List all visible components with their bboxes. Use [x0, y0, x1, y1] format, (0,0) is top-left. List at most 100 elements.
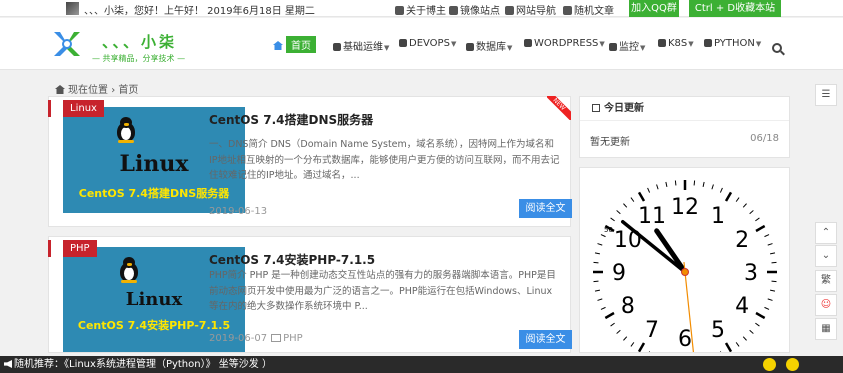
logo-icon[interactable] — [52, 30, 82, 58]
nav-ops[interactable]: 基础运维▼ — [333, 38, 389, 53]
clock-tick — [742, 336, 747, 341]
chevron-down-icon: ▼ — [640, 44, 646, 52]
gears-icon — [333, 43, 341, 51]
clock-numeral: 1 — [711, 204, 725, 229]
clock-tick — [749, 210, 754, 215]
post-excerpt: PHP简介 PHP 是一种创建动态交互性站点的强有力的服务器端脚本语言。PHP是… — [209, 270, 556, 312]
user-icon — [395, 6, 404, 15]
chevron-down-icon: ▼ — [384, 44, 390, 52]
python-icon — [704, 39, 712, 47]
clock-tick — [674, 180, 677, 186]
cube-icon — [658, 39, 666, 47]
traditional-chinese-icon: 繁 — [821, 275, 831, 286]
scroll-top-button[interactable]: ⌃ — [815, 222, 837, 244]
avatar[interactable] — [66, 2, 79, 15]
bookmark-button[interactable]: Ctrl + D收藏本站 — [689, 0, 781, 17]
post-date: 2019-06-07 — [209, 333, 268, 344]
chevron-down-icon: ▼ — [450, 40, 457, 48]
sitemap-link[interactable]: 网站导航 — [505, 2, 556, 17]
clock-numeral: 6 — [678, 327, 692, 352]
read-more-button[interactable]: 阅读全文 — [519, 330, 572, 349]
clock-minute-label: 50 — [604, 226, 613, 234]
post-excerpt: 一、DNS简介 DNS（Domain Name System，域名系统），因特网… — [209, 139, 560, 181]
chevron-up-icon: ⌃ — [821, 227, 831, 238]
join-qq-button[interactable]: 加入QQ群 — [629, 0, 679, 17]
menu-button[interactable]: ☰ — [815, 84, 837, 106]
site-header: 、、、小柒 — 共享精品，分享技术 — 首页 基础运维▼ DEVOPS▼ 数据库… — [0, 18, 843, 70]
chevron-down-icon: ▼ — [507, 44, 513, 52]
bottom-bar: 随机推荐：《Linux系统进程管理（Python）》 坐等沙发 ） — [0, 356, 843, 373]
clock-tick — [767, 298, 773, 301]
clock-tick — [610, 322, 615, 327]
clock-tick — [771, 261, 777, 264]
mirror-link[interactable]: 镜像站点 — [449, 2, 500, 17]
category-badge[interactable]: PHP — [63, 240, 97, 257]
clock-tick — [593, 280, 599, 283]
clock-tick — [702, 181, 705, 188]
nav-python[interactable]: PYTHON▼ — [704, 38, 761, 49]
today-updates-widget: 今日更新 暂无更新 06/18 — [579, 96, 790, 158]
clock-numeral: 12 — [671, 195, 699, 220]
updates-date: 06/18 — [750, 133, 779, 144]
tux-penguin-icon — [115, 117, 137, 143]
clock-tick — [764, 306, 770, 310]
breadcrumb: 现在位置 › 首页 — [55, 81, 138, 96]
clock-tick — [764, 234, 770, 238]
category-badge[interactable]: Linux — [63, 100, 104, 117]
qrcode-icon: ▦ — [821, 323, 831, 334]
clock-tick — [771, 280, 777, 283]
qq-button[interactable]: ☺ — [815, 294, 837, 316]
clock-tick — [693, 180, 696, 186]
nav-database[interactable]: 数据库▼ — [466, 38, 512, 53]
clock-tick — [594, 252, 601, 255]
smiley-icon[interactable] — [763, 358, 776, 371]
list-icon — [592, 104, 600, 112]
clock-tick — [735, 197, 740, 202]
nav-monitor[interactable]: 监控▼ — [609, 38, 645, 53]
clock-tick — [769, 289, 776, 292]
greeting-text: 、、、小柒，您好！上午好！ 2019年6月18日 星期二 — [84, 6, 315, 17]
qrcode-button[interactable]: ▦ — [815, 318, 837, 340]
clock-numeral: 7 — [645, 318, 659, 343]
clock-numeral: 4 — [735, 294, 749, 319]
read-more-button[interactable]: 阅读全文 — [519, 199, 572, 218]
smiley-icon[interactable] — [786, 358, 799, 371]
site-name[interactable]: 、、、小柒 — [102, 31, 177, 52]
post-title[interactable]: CentOS 7.4搭建DNS服务器 — [209, 111, 373, 128]
clock-tick — [724, 342, 733, 352]
traditional-chinese-button[interactable]: 繁 — [815, 270, 837, 292]
post-category-link[interactable]: PHP — [283, 333, 303, 344]
speaker-icon — [4, 360, 12, 368]
clock-tick — [597, 243, 603, 246]
image-icon — [449, 6, 458, 15]
nav-home[interactable]: 首页 — [273, 36, 316, 53]
post-meta: 2019-06-07 PHP — [209, 333, 303, 344]
random-recommend-link[interactable]: 随机推荐：《Linux系统进程管理（Python）》 坐等沙发 ） — [14, 356, 272, 373]
clock-tick — [656, 184, 659, 190]
analog-clock: 12 123456789101150 — [593, 180, 777, 352]
about-link[interactable]: 关于博主 — [395, 2, 446, 17]
shuffle-icon — [563, 6, 572, 15]
clock-tick — [594, 289, 601, 292]
search-icon[interactable] — [772, 43, 782, 53]
post-title[interactable]: CentOS 7.4安装PHP-7.1.5 — [209, 251, 375, 268]
clock-tick — [597, 298, 603, 301]
post-card: Linux CentOS 7.4安装PHP-7.1.5 PHP CentOS 7… — [48, 236, 572, 353]
clock-tick — [719, 187, 723, 193]
sitemap-icon — [505, 6, 514, 15]
clock-tick — [724, 191, 733, 202]
clock-tick — [604, 311, 615, 320]
nav-wordpress[interactable]: WORDPRESS▼ — [524, 38, 605, 49]
site-slogan: — 共享精品，分享技术 — — [92, 54, 186, 63]
nav-devops[interactable]: DEVOPS▼ — [399, 38, 456, 49]
clock-tick — [749, 329, 754, 334]
random-post-link[interactable]: 随机文章 — [563, 2, 614, 17]
scroll-bottom-button[interactable]: ⌄ — [815, 245, 837, 267]
clock-tick — [755, 217, 760, 222]
clock-tick — [593, 261, 599, 264]
clock-numeral: 2 — [735, 228, 749, 253]
nav-k8s[interactable]: K8S▼ — [658, 38, 694, 49]
wordpress-icon — [524, 39, 532, 47]
widget-header: 今日更新 — [580, 97, 789, 121]
breadcrumb-home-link[interactable]: 首页 — [118, 85, 138, 96]
